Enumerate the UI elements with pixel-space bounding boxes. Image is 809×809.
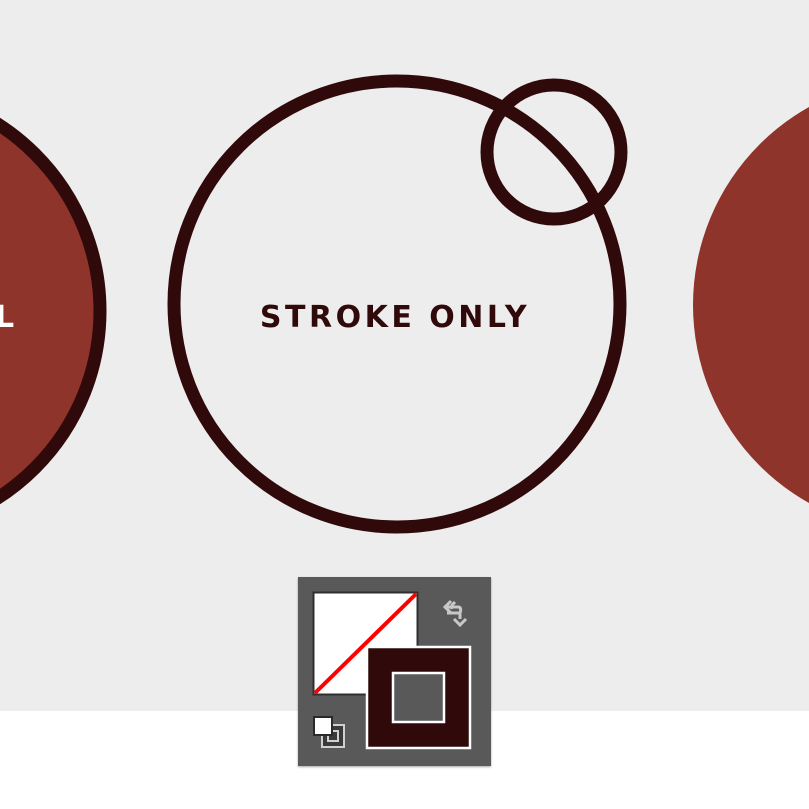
fill-stroke-panel-graphic [312,591,472,750]
left-circle-label: L [0,300,18,335]
stroke-swatch-icon[interactable] [365,645,472,750]
center-circle-label: STROKE ONLY [260,300,530,335]
fill-stroke-panel [298,577,491,766]
swap-arrows-icon[interactable] [442,599,468,628]
right-circle-fill-only[interactable] [693,78,809,532]
default-fill-stroke-icon[interactable] [313,716,345,748]
